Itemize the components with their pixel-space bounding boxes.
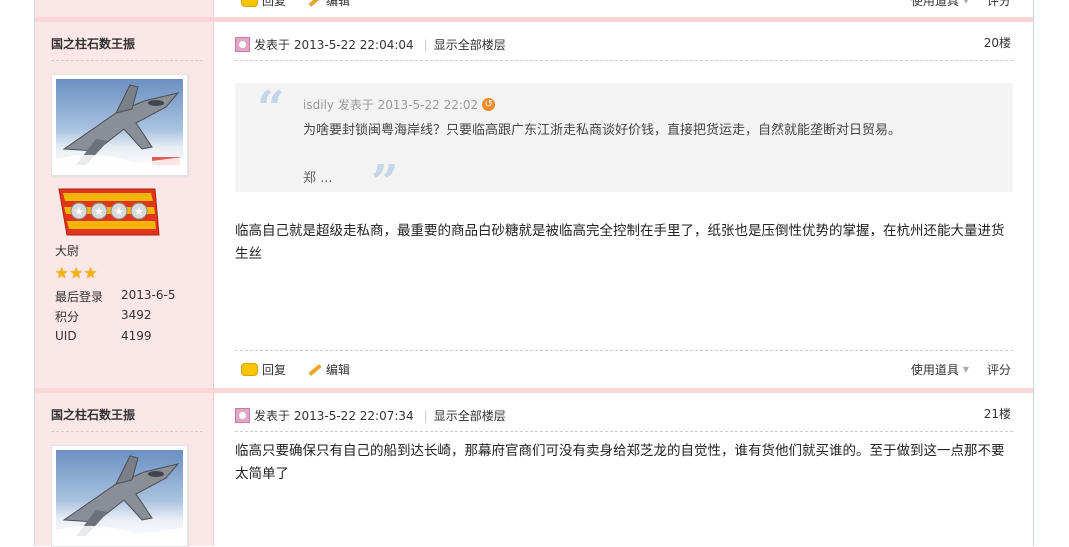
reply-button[interactable]: 回复: [262, 0, 286, 9]
stat-label: 最后登录: [55, 290, 104, 304]
stat-value: 2013-6-5: [121, 288, 176, 302]
quote-more: 郑 ...: [303, 171, 333, 186]
quote-posted-time: 2013-5-22 22:02: [377, 97, 479, 112]
close-quote-icon: ”: [371, 155, 399, 211]
svg-text:★: ★: [114, 205, 124, 218]
meta-divider: |: [423, 408, 428, 423]
avatar-image: [56, 79, 183, 171]
meta-divider-line: [235, 60, 1013, 61]
post-20-main: 发表于 2013-5-22 22:04:04 | 显示全部楼层 20楼 “ is…: [215, 22, 1033, 388]
meta-divider: |: [423, 37, 428, 52]
author-divider: [51, 60, 203, 61]
post-meta: 发表于 2013-5-22 22:04:04 | 显示全部楼层: [235, 36, 506, 53]
tools-menu[interactable]: 使用道具: [911, 0, 959, 9]
jet-fighter-image: [56, 84, 183, 171]
posted-time: 2013-5-22 22:04:04: [293, 37, 414, 52]
post-21-sidebar: 国之柱石数王振: [35, 393, 214, 547]
quote-block: “ isdily 发表于 2013-5-22 22:02 ↺ 为啥要封锁闽粤海岸…: [235, 81, 1013, 207]
post-actions: 回复 编辑: [241, 361, 350, 378]
post-content: 临高自己就是超级走私商，最重要的商品白砂糖就是被临高完全控制在手里了，纸张也是压…: [235, 223, 1005, 262]
quote-posted-label: 发表于: [337, 98, 374, 112]
edit-icon[interactable]: [306, 0, 322, 8]
quote-user[interactable]: isdily: [303, 98, 334, 112]
footer-divider: [235, 350, 1013, 351]
svg-text:★: ★: [94, 205, 104, 218]
posted-time: 2013-5-22 22:07:34: [293, 408, 414, 423]
avatar-image: [56, 450, 183, 542]
prev-post-actions: 回复 编辑: [241, 0, 350, 9]
post-list: 回复 编辑 使用道具 ▼ 评分 国之柱石数王振 ★ ★ ★ ★ 大尉 ★★★ 最…: [34, 0, 1034, 547]
author-name[interactable]: 国之柱石数王振: [51, 35, 135, 52]
jet-fighter-image: [56, 455, 183, 542]
reply-button[interactable]: 回复: [262, 361, 286, 378]
floor-number[interactable]: 21楼: [984, 405, 1011, 422]
open-quote-icon: “: [257, 81, 285, 137]
prev-post: 回复 编辑 使用道具 ▼ 评分: [35, 0, 1033, 17]
quote-text: 为啥要封锁闽粤海岸线？只要临高跟广东江浙走私商谈好价钱，直接把货运走，自然就能垄…: [303, 123, 902, 138]
reply-icon[interactable]: [241, 363, 258, 376]
avatar[interactable]: [51, 445, 188, 547]
posted-label: 发表于: [254, 38, 291, 52]
post-right-actions: 使用道具 ▼ 评分: [911, 361, 1011, 378]
star-rating-icon: ★★★: [55, 264, 99, 282]
author-name[interactable]: 国之柱石数王振: [51, 406, 135, 423]
stat-uid: UID 4199: [55, 329, 152, 343]
post-21-main: 发表于 2013-5-22 22:07:34 | 显示全部楼层 21楼 临高只要…: [215, 393, 1033, 546]
posted-label: 发表于: [254, 409, 291, 423]
user-online-icon: [235, 408, 250, 423]
jump-to-post-icon[interactable]: ↺: [482, 98, 496, 111]
meta-divider-line: [235, 431, 1013, 432]
tools-menu[interactable]: 使用道具: [911, 361, 959, 378]
author-divider: [51, 431, 203, 432]
edit-button[interactable]: 编辑: [326, 361, 350, 378]
post-20-sidebar: 国之柱石数王振 ★ ★ ★ ★ 大尉 ★★★ 最后登录 2013-6-5 积分 …: [35, 22, 214, 388]
rate-button[interactable]: 评分: [987, 361, 1011, 378]
stat-label: 积分: [55, 310, 80, 324]
post-meta: 发表于 2013-5-22 22:07:34 | 显示全部楼层: [235, 407, 506, 424]
avatar[interactable]: [51, 74, 188, 176]
show-all-floors-link[interactable]: 显示全部楼层: [434, 407, 506, 424]
edit-icon[interactable]: [306, 363, 322, 377]
prev-post-right-actions: 使用道具 ▼ 评分: [911, 0, 1011, 9]
chevron-down-icon: ▼: [962, 0, 969, 5]
reply-icon[interactable]: [241, 0, 258, 7]
edit-button[interactable]: 编辑: [326, 0, 350, 9]
stat-label: UID: [55, 329, 77, 343]
post-21: 国之柱石数王振 发表于 2013-5-22 22:07:34 | 显示全部楼层 …: [35, 393, 1033, 547]
stat-points: 积分 3492: [55, 308, 152, 325]
chevron-down-icon: ▼: [962, 365, 969, 374]
post-20: 国之柱石数王振 ★ ★ ★ ★ 大尉 ★★★ 最后登录 2013-6-5 积分 …: [35, 22, 1033, 388]
prev-post-main: 回复 编辑 使用道具 ▼ 评分: [215, 0, 1033, 17]
post-content: 临高只要确保只有自己的船到达长崎，那幕府官商们可没有卖身给郑芝龙的自觉性，谁有货…: [235, 443, 1005, 482]
rank-title: 大尉: [55, 244, 80, 258]
stat-value: 4199: [121, 329, 152, 343]
svg-text:★: ★: [74, 205, 84, 218]
quote-header: isdily 发表于 2013-5-22 22:02 ↺: [303, 96, 496, 113]
prev-post-sidebar: [35, 0, 214, 17]
rate-button[interactable]: 评分: [987, 0, 1011, 9]
user-online-icon: [235, 37, 250, 52]
svg-text:★: ★: [134, 205, 144, 218]
floor-number[interactable]: 20楼: [984, 34, 1011, 51]
stat-value: 3492: [121, 308, 152, 322]
rank-badge-icon: ★ ★ ★ ★: [58, 188, 160, 236]
show-all-floors-link[interactable]: 显示全部楼层: [434, 36, 506, 53]
stat-last-login: 最后登录 2013-6-5: [55, 288, 175, 305]
